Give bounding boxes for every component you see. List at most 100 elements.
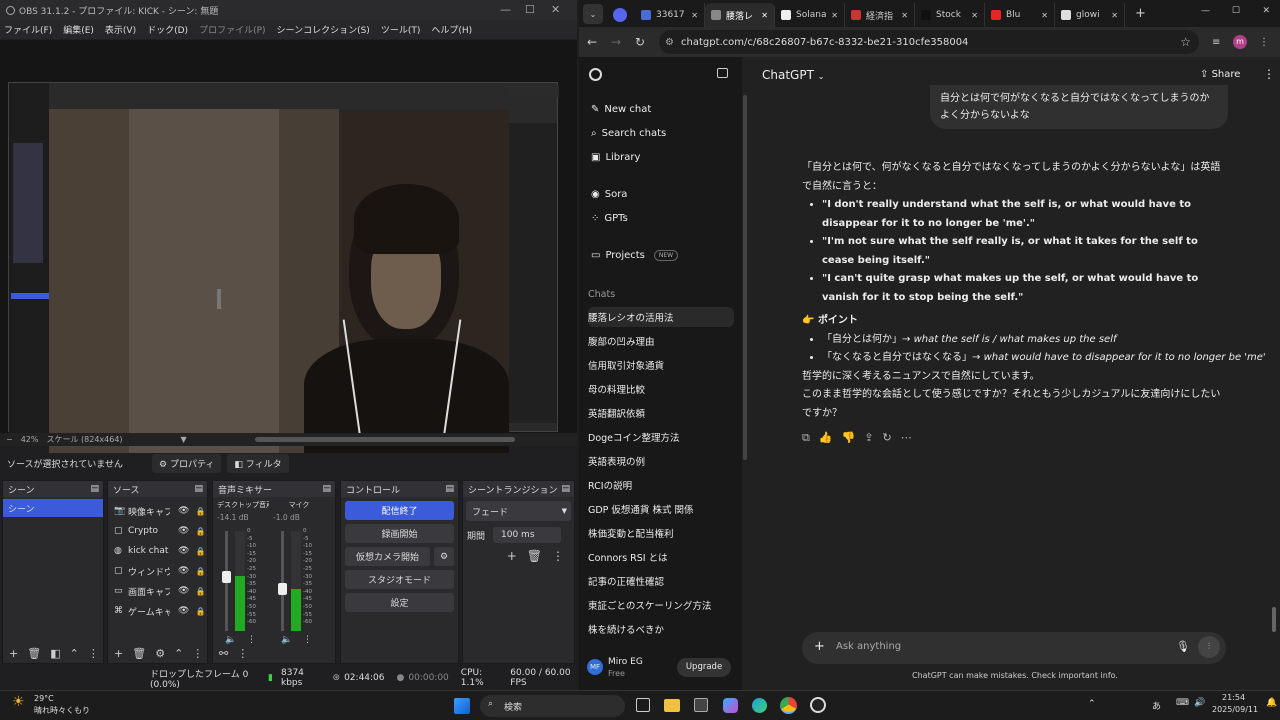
browser-tab[interactable]: 33617 ✕ — [635, 3, 705, 27]
chat-history-item[interactable]: RCIの説明 — [588, 475, 734, 495]
chat-history-item[interactable]: GDP 仮想通貨 株式 関係 — [588, 499, 734, 519]
vcam-settings-gear-icon[interactable]: ⚙ — [434, 547, 454, 566]
reading-list-icon[interactable]: ≡ — [1212, 37, 1220, 48]
source-item[interactable]: ▭ 画面キャプチ 👁 🔒 — [108, 581, 207, 601]
new-chat-button[interactable]: ✎ New chat — [591, 104, 651, 115]
user-profile[interactable]: MF Miro EG Free Upgrade — [587, 657, 735, 681]
regenerate-icon[interactable]: ↻ — [882, 429, 891, 448]
browser-tab[interactable]: 腰落レ ✕ — [705, 3, 775, 27]
site-info-icon[interactable]: ⚙ — [665, 37, 674, 48]
tab-close-icon[interactable]: ✕ — [831, 11, 838, 20]
notification-bell-icon[interactable]: 🔔 — [1266, 698, 1277, 708]
dock-menu-icon[interactable]: ▤ — [561, 484, 570, 494]
chat-history-item[interactable]: 信用取引対象通貨 — [588, 355, 734, 375]
chat-history-item[interactable]: Dogeコイン整理方法 — [588, 427, 734, 447]
filter-icon[interactable]: ◧ — [50, 647, 60, 660]
close-icon[interactable]: ✕ — [551, 3, 560, 16]
kebab-icon[interactable]: ⋮ — [192, 647, 203, 660]
share-button[interactable]: ⇪ Share — [1200, 69, 1240, 80]
lock-icon[interactable]: 🔒 — [195, 507, 205, 516]
dock-menu-icon[interactable]: ▤ — [322, 484, 331, 494]
start-windows-icon[interactable] — [454, 698, 470, 714]
lock-icon[interactable]: 🔒 — [195, 547, 205, 556]
upgrade-button[interactable]: Upgrade — [677, 658, 731, 677]
fader-knob[interactable] — [278, 583, 287, 595]
source-item[interactable]: ▢ Crypto 👁 🔒 — [108, 521, 207, 541]
chat-history-item[interactable]: 腹部の凹み理由 — [588, 331, 734, 351]
bookmark-star-icon[interactable]: ☆ — [1180, 35, 1191, 49]
tab-close-icon[interactable]: ✕ — [971, 11, 978, 20]
close-icon[interactable]: ✕ — [1262, 6, 1270, 16]
network-icon[interactable]: ⌨ — [1176, 698, 1189, 708]
clock-date[interactable]: 2025/09/11 — [1212, 705, 1258, 714]
chat-history-item[interactable]: Connors RSI とは — [588, 547, 734, 567]
menu-view[interactable]: 表示(V) — [105, 23, 136, 36]
menu-tools[interactable]: ツール(T) — [381, 23, 421, 36]
remove-scene-icon[interactable]: 🗑 — [27, 647, 41, 660]
remove-source-icon[interactable]: 🗑 — [132, 647, 146, 660]
menu-edit[interactable]: 編集(E) — [63, 23, 94, 36]
filters-button[interactable]: ◧ フィルタ — [227, 453, 289, 473]
kebab-icon[interactable]: ⋮ — [552, 549, 564, 563]
eye-icon[interactable]: 👁 — [178, 606, 189, 616]
chat-history-item[interactable]: 記事の正確性確認 — [588, 571, 734, 591]
lock-icon[interactable]: 🔒 — [195, 607, 205, 616]
chat-history-item[interactable]: 腰落レシオの活用法 — [588, 307, 734, 327]
eye-icon[interactable]: 👁 — [178, 546, 189, 556]
more-icon[interactable]: ⋯ — [901, 429, 912, 448]
browser-tab[interactable]: Blu ✕ — [985, 3, 1055, 27]
maximize-icon[interactable]: ☐ — [1232, 6, 1240, 16]
model-selector[interactable]: ChatGPT ⌄ — [762, 68, 824, 82]
minimize-icon[interactable]: — — [1201, 6, 1210, 16]
menu-scene-collection[interactable]: シーンコレクション(S) — [277, 23, 370, 36]
tray-chevron-icon[interactable]: ⌃ — [1088, 699, 1096, 709]
start-recording-button[interactable]: 録画開始 — [345, 524, 454, 543]
settings-button[interactable]: 設定 — [345, 593, 454, 612]
fader-knob[interactable] — [222, 571, 231, 583]
properties-button[interactable]: ⚙ プロパティ — [152, 453, 222, 473]
browser-tab[interactable]: Stock ✕ — [915, 3, 985, 27]
minimize-icon[interactable]: — — [500, 3, 511, 16]
back-icon[interactable]: ← — [587, 35, 597, 49]
library-button[interactable]: ▣ Library — [591, 152, 640, 163]
duration-input[interactable]: 100 ms — [493, 527, 562, 543]
kebab-icon[interactable]: ⋮ — [88, 647, 99, 660]
move-up-icon[interactable]: ⌃ — [174, 647, 183, 660]
thumbs-up-icon[interactable]: 👍 — [819, 429, 833, 448]
chat-history-item[interactable]: 株を続けるべきか — [588, 619, 734, 639]
tab-close-icon[interactable]: ✕ — [1111, 11, 1118, 20]
add-transition-icon[interactable]: + — [507, 549, 517, 563]
menu-dock[interactable]: ドック(D) — [147, 23, 188, 36]
eye-icon[interactable]: 👁 — [178, 566, 189, 576]
eye-icon[interactable]: 👁 — [178, 586, 189, 596]
reload-icon[interactable]: ↻ — [635, 35, 645, 49]
maximize-icon[interactable]: ☐ — [525, 3, 535, 16]
volume-fader[interactable] — [222, 531, 231, 631]
edge-icon[interactable] — [752, 698, 767, 713]
share-icon[interactable]: ⇪ — [864, 429, 873, 448]
move-up-icon[interactable]: ⌃ — [70, 647, 79, 660]
dock-menu-icon[interactable]: ▤ — [90, 484, 99, 494]
chat-history-item[interactable]: 英語表現の例 — [588, 451, 734, 471]
add-source-icon[interactable]: + — [114, 647, 123, 660]
dock-menu-icon[interactable]: ▤ — [194, 484, 203, 494]
projects-button[interactable]: ▭ Projects NEW — [591, 250, 679, 261]
volume-fader[interactable] — [278, 531, 287, 631]
search-chats-button[interactable]: ⌕ Search chats — [591, 128, 666, 139]
conversation-menu-icon[interactable]: ⋮ — [1263, 67, 1275, 81]
forward-icon[interactable]: → — [611, 35, 621, 49]
discord-tab-icon[interactable] — [613, 8, 627, 22]
lock-icon[interactable]: 🔒 — [195, 587, 205, 596]
menu-profile[interactable]: プロファイル(P) — [199, 23, 265, 36]
ime-indicator[interactable]: あ — [1152, 699, 1161, 712]
tab-search-icon[interactable]: ⌄ — [583, 4, 603, 24]
prompt-input[interactable]: Ask anything — [836, 641, 901, 652]
tab-close-icon[interactable]: ✕ — [1041, 11, 1048, 20]
eye-icon[interactable]: 👁 — [178, 526, 189, 536]
browser-tab[interactable]: 経済指 ✕ — [845, 3, 915, 27]
sora-button[interactable]: ◉ Sora — [591, 189, 627, 200]
tab-close-icon[interactable]: ✕ — [901, 11, 908, 20]
eye-icon[interactable]: 👁 — [178, 506, 189, 516]
zoom-minus-icon[interactable]: − — [6, 435, 13, 444]
preview-scrollbar[interactable] — [254, 437, 515, 442]
